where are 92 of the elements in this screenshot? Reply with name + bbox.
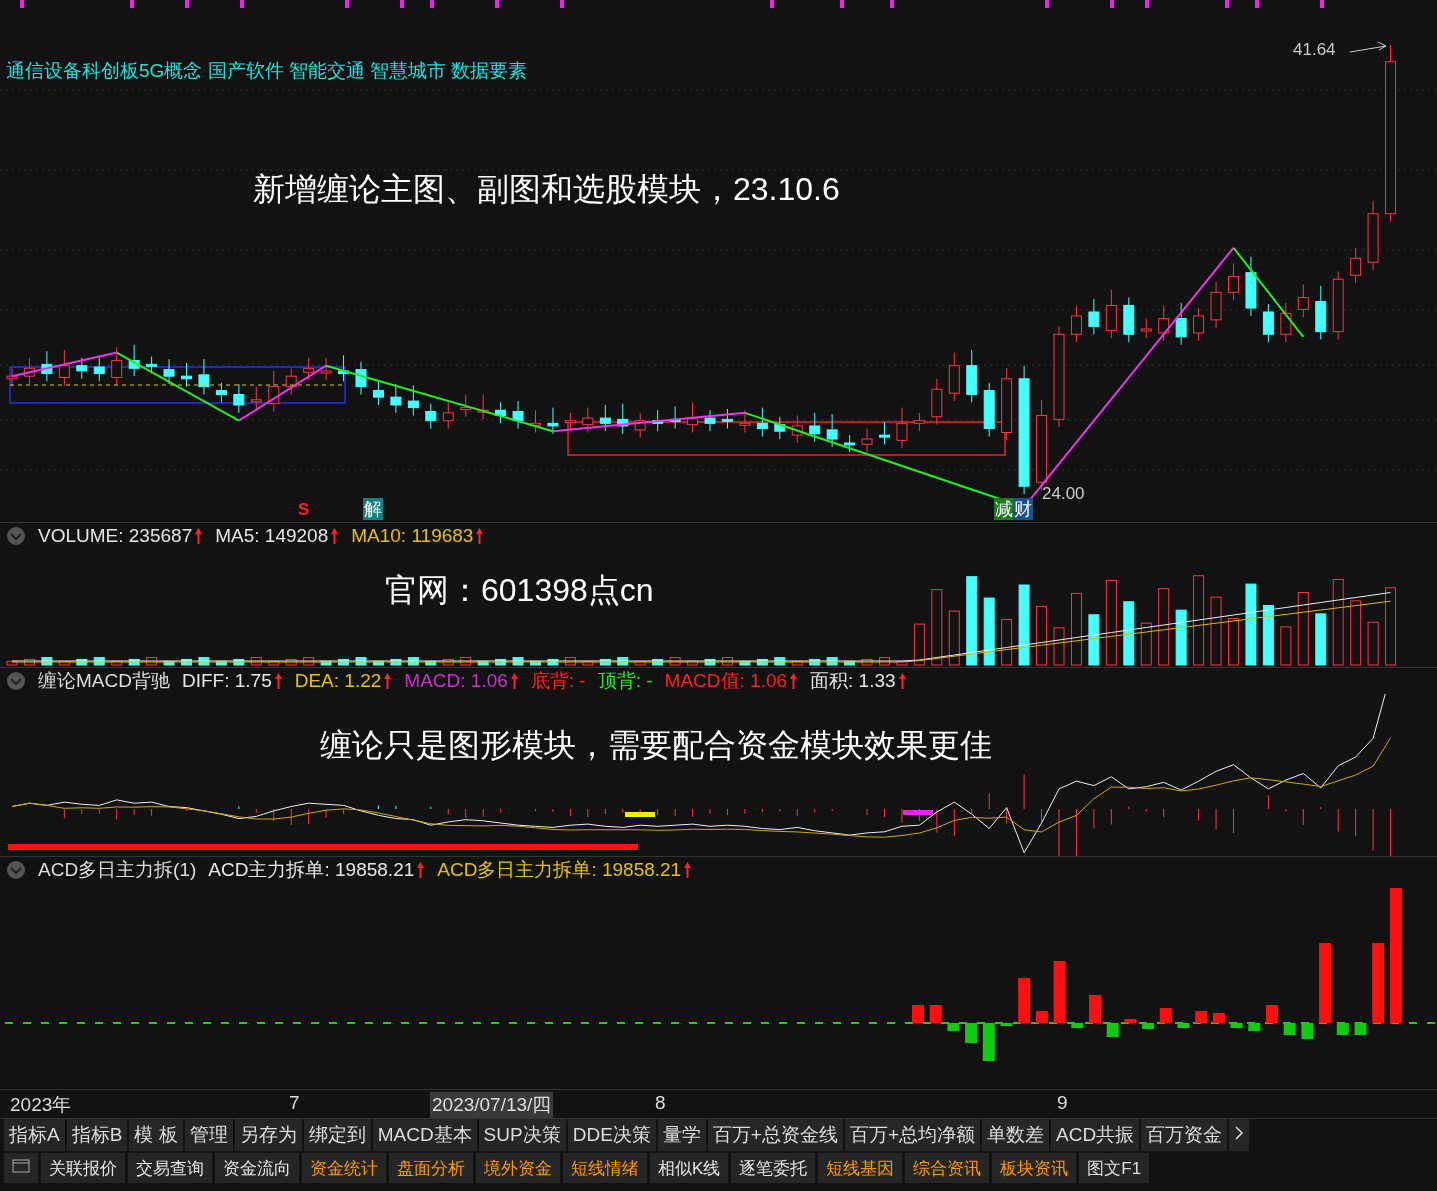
- acd-bar: [1106, 1023, 1119, 1037]
- date-axis-label: 2023/07/13/四: [430, 1092, 554, 1118]
- info-tab[interactable]: 交易查询: [128, 1153, 212, 1183]
- indicator-tab[interactable]: 指标A: [4, 1119, 65, 1151]
- info-tab[interactable]: 短线基因: [818, 1153, 903, 1183]
- acd-bar: [1035, 1011, 1048, 1023]
- acd-bar: [1071, 1023, 1084, 1028]
- date-axis-label: 2023年: [9, 1093, 73, 1117]
- chevron-right-icon: [1234, 1125, 1245, 1141]
- indicator-tab[interactable]: 绑定到: [303, 1119, 371, 1151]
- acd-bar: [1089, 995, 1101, 1023]
- info-tab[interactable]: 图文F1: [1079, 1153, 1150, 1183]
- sell-signal-marker: S: [298, 500, 310, 520]
- indicator-tab[interactable]: DDE决策: [567, 1119, 656, 1151]
- info-tab[interactable]: 逐笔委托: [731, 1153, 816, 1183]
- info-tab[interactable]: 资金流向: [215, 1153, 299, 1183]
- indicator-tab[interactable]: ACD共振: [1051, 1119, 1140, 1151]
- window-icon: [12, 1159, 30, 1173]
- indicator-value: ACD主力拆单: 19858.21: [208, 858, 415, 882]
- indicator-value: 底背: -: [530, 669, 586, 693]
- date-axis-label: 8: [654, 1092, 667, 1114]
- info-tab[interactable]: 境外资金: [476, 1153, 560, 1183]
- indicator-tab[interactable]: 管理: [184, 1119, 233, 1151]
- concept-tags: 通信设备科创板5G概念 国产软件 智能交通 智慧城市 数据要素: [6, 58, 528, 84]
- acd-bar: [1266, 1005, 1278, 1023]
- indicator-value: VOLUME: 235687: [38, 525, 193, 547]
- indicator-value: MACD: 1.06: [404, 670, 508, 692]
- acd-bar: [1354, 1023, 1367, 1035]
- signal-bar: [625, 812, 655, 817]
- info-tab[interactable]: 关联报价: [41, 1153, 125, 1183]
- signal-badge: 财: [1013, 498, 1033, 520]
- acd-bar: [1159, 1008, 1172, 1023]
- indicator-title: 缠论MACD背驰: [38, 669, 170, 693]
- indicator-value: MACD值: 1.06: [664, 669, 788, 693]
- acd-bar: [912, 1005, 924, 1023]
- acd-bar: [1142, 1023, 1155, 1029]
- signal-badge: 解: [363, 498, 383, 520]
- acd-bar: [965, 1023, 978, 1043]
- indicator-tab[interactable]: 指标B: [66, 1119, 128, 1151]
- acd-bar: [947, 1023, 960, 1031]
- indicator-tab[interactable]: 单数差: [982, 1119, 1050, 1151]
- chart-caption: 官网：601398点cn: [385, 571, 654, 610]
- indicator-tab[interactable]: 百万+总资金线: [707, 1119, 843, 1151]
- info-tab[interactable]: 资金统计: [302, 1153, 386, 1183]
- collapse-icon[interactable]: [6, 860, 26, 880]
- info-tab[interactable]: 盘面分析: [389, 1153, 473, 1183]
- acd-bar: [1301, 1023, 1314, 1039]
- acd-bar: [1000, 1023, 1013, 1026]
- indicator-tab[interactable]: MACD基本: [372, 1119, 477, 1151]
- acd-bar: [1195, 1011, 1208, 1023]
- acd-bar: [1177, 1023, 1190, 1028]
- indicator-value: 面积: 1.33: [810, 669, 896, 693]
- low-price-label: 24.00: [1042, 484, 1085, 504]
- acd-bar: [1053, 961, 1066, 1023]
- signal-badge: 减: [994, 498, 1014, 520]
- acd-bar: [1018, 978, 1031, 1023]
- acd-bar: [1212, 1013, 1225, 1023]
- acd-bar: [1283, 1023, 1296, 1035]
- indicator-tab[interactable]: SUP决策: [478, 1119, 566, 1151]
- acd-bar: [929, 1005, 942, 1023]
- acd-bar: [1336, 1023, 1349, 1035]
- date-axis-label: 7: [288, 1092, 301, 1114]
- indicator-value: MA5: 149208: [215, 525, 329, 547]
- indicator-title: ACD多日主力拆(1): [38, 858, 197, 882]
- date-axis-label: 9: [1056, 1092, 1069, 1114]
- acd-bar: [1124, 1019, 1137, 1023]
- pointer-arrow-icon: [1349, 41, 1387, 53]
- signal-bar: [903, 810, 933, 815]
- info-tab[interactable]: 短线情绪: [563, 1153, 647, 1183]
- indicator-tab[interactable]: 量学: [657, 1119, 706, 1151]
- collapse-icon[interactable]: [6, 526, 26, 546]
- indicator-tab[interactable]: 模 板: [129, 1119, 183, 1151]
- high-price-label: 41.64: [1293, 40, 1336, 60]
- acd-bar: [1248, 1023, 1261, 1031]
- chart-caption: 缠论只是图形模块，需要配合资金模块效果更佳: [320, 726, 992, 765]
- indicator-value: DEA: 1.22: [294, 670, 382, 692]
- indicator-tab[interactable]: 百万+总均净额: [844, 1119, 981, 1151]
- info-tab[interactable]: 综合资讯: [905, 1153, 990, 1183]
- more-tabs-button[interactable]: [1229, 1119, 1250, 1151]
- panel-toggle-button[interactable]: [4, 1153, 38, 1183]
- info-tab[interactable]: 相似K线: [650, 1153, 729, 1183]
- acd-bar: [982, 1023, 995, 1061]
- indicator-tab[interactable]: 百万资金: [1141, 1119, 1228, 1151]
- indicator-value: DIFF: 1.75: [181, 670, 272, 692]
- acd-bar: [1230, 1023, 1243, 1028]
- chart-caption: 新增缠论主图、副图和选股模块，23.10.6: [253, 170, 840, 209]
- info-tab[interactable]: 板块资讯: [992, 1153, 1077, 1183]
- indicator-tab[interactable]: 另存为: [234, 1119, 302, 1151]
- indicator-value: ACD多日主力拆单: 19858.21: [437, 858, 682, 882]
- indicator-value: 顶背: -: [597, 669, 653, 693]
- indicator-value: MA10: 119683: [351, 525, 474, 547]
- collapse-icon[interactable]: [6, 671, 26, 691]
